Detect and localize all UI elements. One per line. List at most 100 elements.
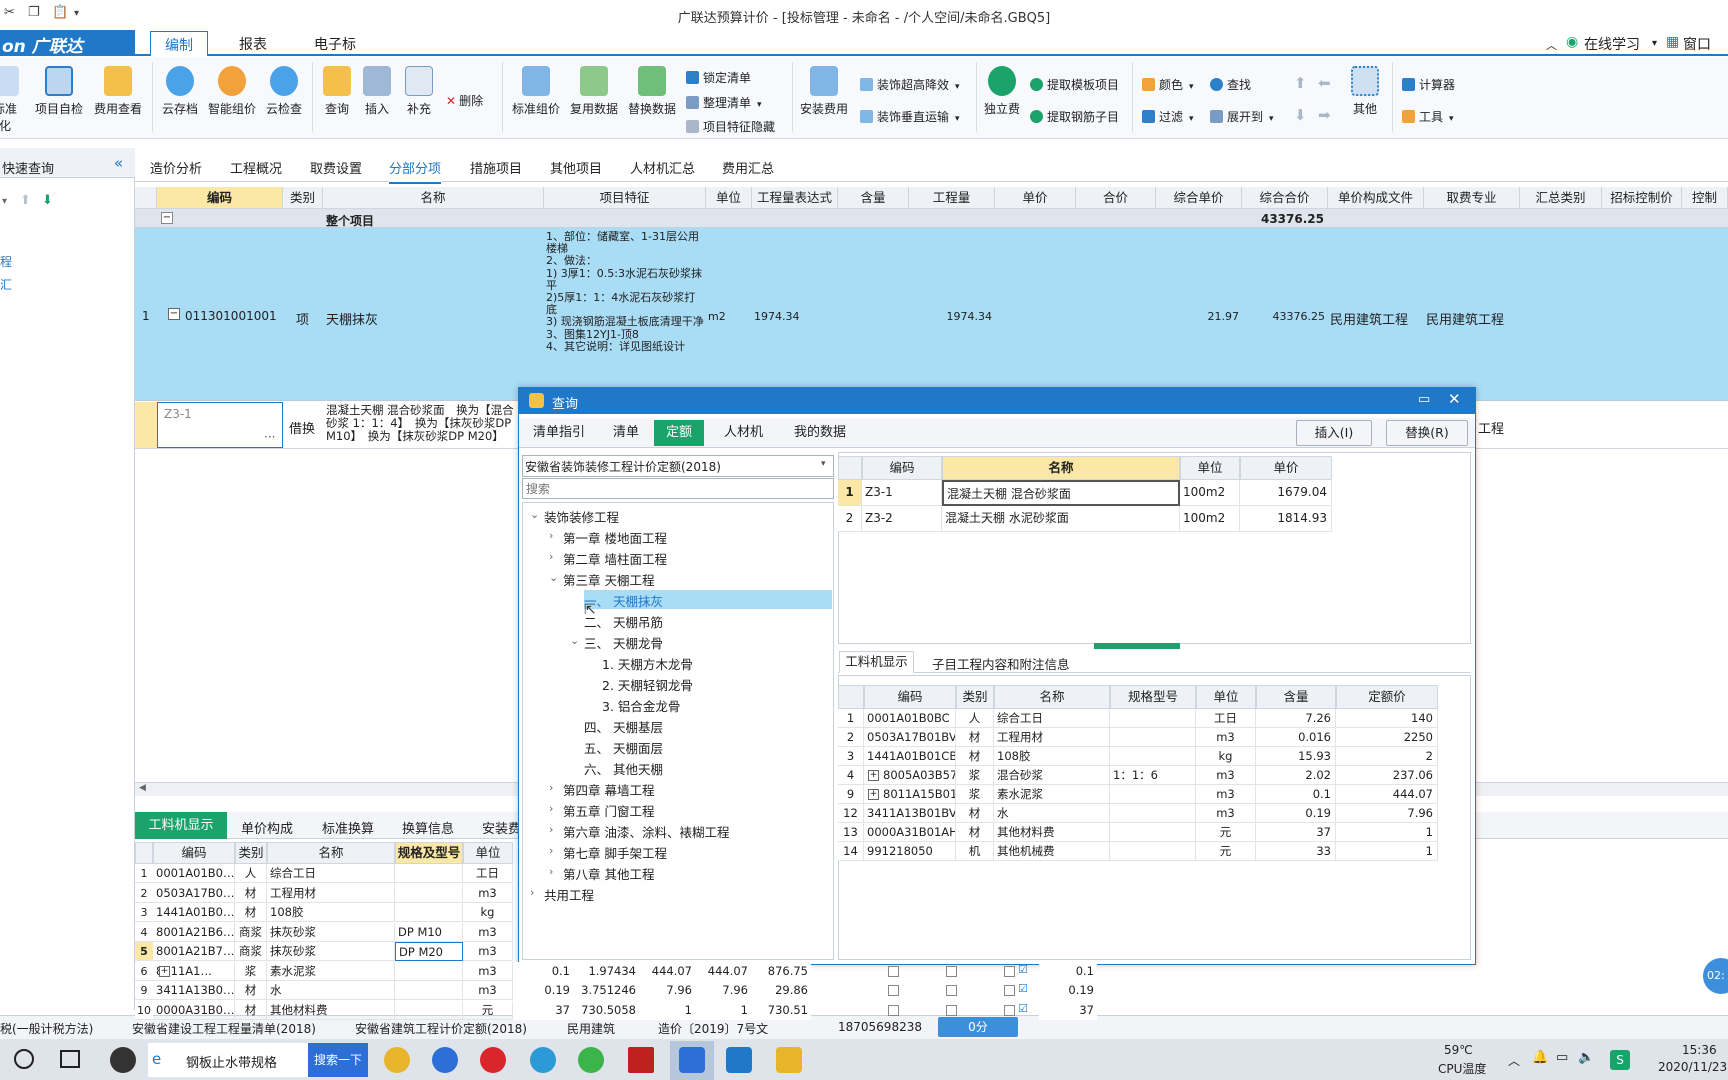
search-go-button[interactable]: 搜索一下 (308, 1043, 368, 1077)
bottom-col-header[interactable]: 类别 (235, 842, 267, 864)
insert-button[interactable]: 插入 (360, 66, 394, 117)
tree-node[interactable]: 装饰装修工程 (544, 507, 619, 526)
dialog-tab-list-guide[interactable]: 清单指引 (521, 420, 597, 446)
bottom-cell-spec[interactable] (395, 1000, 463, 1020)
scroll-left-icon[interactable]: ◀ (139, 783, 146, 793)
checked-icon[interactable]: ☑ (1018, 963, 1028, 976)
sub-tab-notes[interactable]: 子目工程内容和附注信息 (932, 654, 1070, 673)
dialog-title-bar[interactable] (518, 387, 1476, 414)
chevron-right-icon[interactable]: › (549, 802, 553, 815)
extract-template-button[interactable]: 提取模板项目 (1030, 76, 1119, 93)
bottom-cell-spec[interactable]: DP M20 (395, 942, 463, 961)
organize-dropdown-icon[interactable]: ▾ (757, 100, 762, 110)
tab-other-items[interactable]: 其他项目 (550, 158, 602, 177)
status-score-badge[interactable]: 0分 (938, 1017, 1018, 1037)
quota-cell-price[interactable]: 1814.93 (1240, 506, 1332, 532)
tools-dropdown-icon[interactable]: ▾ (1449, 114, 1454, 124)
tab-labor-material-summary[interactable]: 人材机汇总 (630, 158, 695, 177)
quota-cell-unit[interactable]: 100m2 (1180, 480, 1240, 506)
replace-data-button[interactable]: 替换数据 (626, 66, 678, 117)
maximize-icon[interactable]: ▭ (1418, 392, 1430, 407)
bottom-col-header[interactable]: 名称 (267, 842, 395, 864)
row-checkbox[interactable] (1004, 985, 1015, 996)
quota-cell-price[interactable]: 1679.04 (1240, 480, 1332, 506)
quota-col-header[interactable]: 单价 (1240, 456, 1332, 480)
row-checkbox[interactable] (946, 965, 957, 977)
chevron-right-icon[interactable]: › (530, 886, 534, 899)
chevron-right-icon[interactable]: › (549, 865, 553, 878)
row-checkbox[interactable] (888, 985, 899, 996)
other-button[interactable]: 其他 (1348, 66, 1382, 117)
decoration-height-button[interactable]: 装饰超高降效 ▾ (860, 76, 960, 93)
bottom-col-header[interactable]: 规格及型号 (395, 842, 463, 864)
find-button[interactable]: 查找 (1210, 76, 1251, 93)
tree-search-input[interactable] (522, 478, 834, 499)
app-icon[interactable] (110, 1047, 136, 1073)
tree-node[interactable]: 第一章 楼地面工程 (563, 528, 667, 547)
materials-col-header[interactable]: 编码 (864, 685, 956, 709)
col-header-fee-major[interactable]: 取费专业 (1424, 187, 1520, 209)
notification-icon[interactable]: 🔔 (1532, 1050, 1548, 1065)
row-checkbox[interactable] (946, 985, 957, 996)
calculator-button[interactable]: 计算器 (1402, 76, 1455, 93)
quota-cell-code[interactable]: Z3-1 (862, 480, 942, 506)
bottom-cell-spec[interactable] (395, 961, 463, 981)
insert-dialog-button[interactable]: 插入(I) (1296, 420, 1372, 446)
chevron-down-icon[interactable]: ⌄ (570, 634, 579, 647)
tree-node[interactable]: 第四章 幕墙工程 (563, 780, 654, 799)
organize-list-button[interactable]: 整理清单 ▾ (686, 94, 762, 111)
view-fee-button[interactable]: 费用查看 (92, 66, 144, 117)
tree-node[interactable]: 共用工程 (544, 885, 594, 904)
tree-node[interactable]: 三、 天棚龙骨 (584, 633, 663, 652)
bottom-tab-price-structure[interactable]: 单价构成 (241, 818, 293, 837)
tab-project-overview[interactable]: 工程概况 (230, 158, 282, 177)
bottom-tab-standard-conversion[interactable]: 标准换算 (322, 818, 374, 837)
tree-node[interactable]: 3. 铝合金龙骨 (602, 696, 680, 715)
menu-tab-report[interactable]: 报表 (225, 34, 281, 56)
tools-button[interactable]: 工具 ▾ (1402, 108, 1454, 125)
tree-node[interactable]: 第六章 油漆、涂料、裱糊工程 (563, 822, 729, 841)
quota-col-header[interactable]: 编码 (862, 456, 942, 480)
tab-cost-analysis[interactable]: 造价分析 (150, 158, 202, 177)
col-header-code[interactable]: 编码 (157, 187, 283, 209)
col-header-qty-expr[interactable]: 工程量表达式 (752, 187, 838, 209)
app-icon[interactable] (776, 1047, 802, 1073)
tree-node[interactable]: 1. 天棚方木龙骨 (602, 654, 693, 673)
expand-icon[interactable]: + (868, 789, 879, 800)
bottom-tab-install-fee[interactable]: 安装费 (482, 818, 521, 837)
online-learning-dropdown-icon[interactable]: ▾ (1652, 38, 1657, 49)
bottom-col-header[interactable]: 编码 (153, 842, 235, 864)
tree-node[interactable]: 2. 天棚轻钢龙骨 (602, 675, 693, 694)
col-header-summary-category[interactable]: 汇总类别 (1520, 187, 1602, 209)
query-button[interactable]: 查询 (320, 66, 354, 117)
left-tree-item[interactable]: 程 (0, 253, 12, 270)
close-icon[interactable]: ✕ (1448, 390, 1461, 408)
chrome-icon[interactable] (384, 1047, 410, 1073)
col-header-unit-price[interactable]: 单价 (995, 187, 1076, 209)
online-learning-button[interactable]: 在线学习 (1584, 34, 1640, 54)
chevron-right-icon[interactable]: › (549, 529, 553, 542)
tree-node[interactable]: 第七章 脚手架工程 (563, 843, 667, 862)
tree-node[interactable]: 第五章 门窗工程 (563, 801, 654, 820)
splitter-handle[interactable] (1094, 643, 1180, 649)
col-header-feature[interactable]: 项目特征 (544, 187, 706, 209)
expand-to-button[interactable]: 展开到 ▾ (1210, 108, 1274, 125)
left-tree-item[interactable]: 汇 (0, 276, 12, 293)
supplement-button[interactable]: 补充 (402, 66, 436, 117)
app-icon[interactable] (530, 1047, 556, 1073)
independent-fee-button[interactable]: 独立费 (982, 66, 1022, 117)
move-up-arrow-icon[interactable]: ⬆ (20, 193, 31, 208)
tree-node[interactable]: 第二章 墙柱面工程 (563, 549, 667, 568)
row-checkbox[interactable] (1004, 965, 1015, 977)
bottom-tab-conversion-info[interactable]: 换算信息 (402, 818, 454, 837)
windows-search-icon[interactable] (14, 1049, 34, 1069)
cloud-archive-button[interactable]: 云存档 (160, 66, 200, 117)
checked-icon[interactable]: ☑ (1018, 1002, 1028, 1015)
dialog-tab-my-data[interactable]: 我的数据 (782, 420, 858, 446)
replace-dialog-button[interactable]: 替换(R) (1386, 420, 1468, 446)
move-right-icon[interactable]: ➡ (1318, 106, 1331, 124)
move-left-icon[interactable]: ⬅ (1318, 74, 1331, 92)
tree-node[interactable]: 第八章 其他工程 (563, 864, 654, 883)
row-checkbox[interactable] (1004, 1004, 1015, 1016)
quota-cell-name[interactable]: 混凝土天棚 水泥砂浆面 (942, 506, 1180, 532)
